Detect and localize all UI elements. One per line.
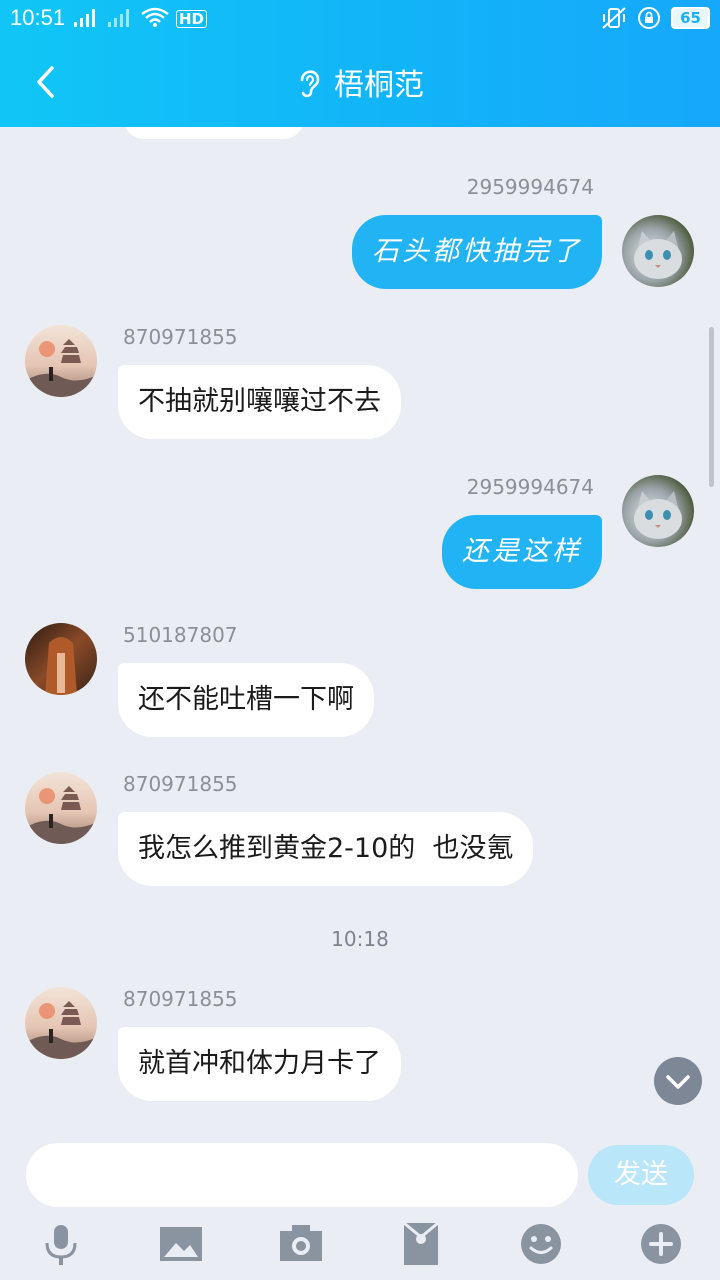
title-area: 梧桐范 — [0, 60, 720, 104]
message-bubble[interactable]: 我怎么推到黄金2-10的 也没氪 — [118, 812, 534, 886]
emoji-icon[interactable] — [516, 1219, 566, 1269]
message-sender-id: 870971855 — [123, 987, 238, 1011]
status-right: 65 — [601, 6, 710, 30]
wifi-icon — [141, 7, 169, 27]
red-packet-icon[interactable] — [396, 1219, 446, 1269]
composer: 发送 — [0, 1135, 720, 1280]
message-sender-id: 870971855 — [123, 772, 238, 796]
plus-icon[interactable] — [636, 1219, 686, 1269]
message-sender-id: 2959994674 — [466, 475, 594, 499]
avatar[interactable] — [25, 987, 97, 1059]
lock-rotation-icon — [638, 7, 661, 29]
ear-icon — [300, 70, 320, 98]
message-bubble[interactable]: 还不能吐槽一下啊 — [118, 663, 374, 737]
pagoda-avatar-image — [25, 786, 97, 844]
send-button[interactable]: 发送 — [588, 1145, 694, 1205]
cat-avatar-image — [634, 231, 682, 279]
battery-indicator: 65 — [671, 7, 710, 29]
network-indicators: HD — [72, 6, 208, 28]
message-bubble[interactable]: 不抽就别嚷嚷过不去 — [118, 365, 401, 439]
avatar[interactable] — [25, 325, 97, 397]
pagoda-avatar-image — [25, 1001, 97, 1059]
avatar[interactable] — [25, 623, 97, 695]
message-list[interactable]: 2959994674 石头都快抽完了 870971855 不抽就别嚷嚷过不去 2… — [0, 127, 720, 1135]
signal-icon-2 — [108, 9, 129, 27]
message-bubble[interactable]: 就首冲和体力月卡了 — [118, 1027, 401, 1101]
status-time: 10:51 — [10, 5, 66, 30]
message-bubble[interactable]: 石头都快抽完了 — [352, 215, 602, 289]
message-bubble[interactable]: 还是这样 — [442, 515, 602, 589]
message-input[interactable] — [26, 1143, 578, 1207]
chevron-down-icon — [666, 1075, 690, 1089]
message-sender-id: 870971855 — [123, 325, 238, 349]
vibrate-icon — [602, 7, 626, 29]
avatar[interactable] — [622, 475, 694, 547]
person-avatar-image — [45, 637, 77, 695]
avatar[interactable] — [622, 215, 694, 287]
composer-toolbar — [0, 1219, 720, 1269]
chat-header: 10:51 HD 65 梧桐范 — [0, 0, 720, 127]
message-bubble-partial — [124, 127, 304, 139]
message-sender-id: 510187807 — [123, 623, 238, 647]
image-icon[interactable] — [156, 1219, 206, 1269]
microphone-icon[interactable] — [36, 1219, 86, 1269]
avatar[interactable] — [25, 772, 97, 844]
scroll-to-bottom-button[interactable] — [654, 1057, 702, 1105]
pagoda-avatar-image — [25, 339, 97, 397]
message-timestamp: 10:18 — [331, 927, 389, 951]
scrollbar-thumb[interactable] — [709, 327, 714, 487]
hd-badge: HD — [176, 10, 208, 28]
chat-title[interactable]: 梧桐范 — [296, 60, 424, 104]
chat-title-text: 梧桐范 — [334, 68, 424, 103]
camera-icon[interactable] — [276, 1219, 326, 1269]
cat-avatar-image — [634, 491, 682, 539]
status-bar: 10:51 HD 65 — [0, 0, 720, 38]
signal-icon — [74, 9, 95, 27]
message-sender-id: 2959994674 — [466, 175, 594, 199]
